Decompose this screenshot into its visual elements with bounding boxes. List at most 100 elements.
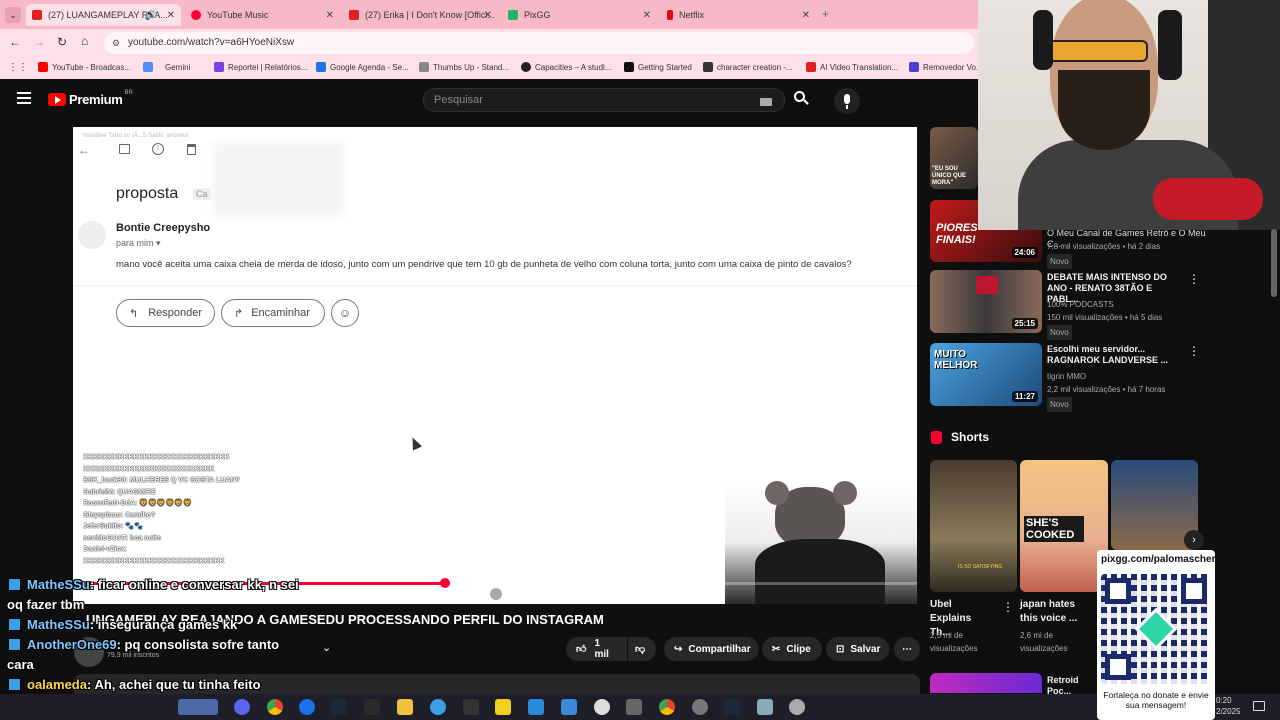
steam-icon[interactable]	[331, 699, 347, 715]
chrome-icon[interactable]	[659, 699, 675, 715]
microphone-icon[interactable]	[834, 88, 860, 114]
app-icon[interactable]	[626, 699, 642, 715]
short-title[interactable]: japan hates this voice ...	[1020, 598, 1090, 626]
short-thumbnail[interactable]: SHE'S COOKED	[1020, 460, 1108, 592]
app-icon[interactable]	[692, 699, 708, 715]
bookmark-3[interactable]: Google Agenda - Se...	[316, 62, 409, 72]
progress-scrubber[interactable]	[440, 578, 450, 588]
video-thumbnail[interactable]	[930, 673, 1042, 693]
chevron-right-icon[interactable]: ›	[1184, 530, 1204, 550]
tab-2[interactable]: (27) Erika | I Don't Know [Offici... ✕	[343, 4, 498, 26]
discord-icon[interactable]	[234, 699, 250, 715]
clip-button[interactable]: ✂ Clipe	[762, 637, 822, 661]
bookmark-2[interactable]: Reportei | Relatórios...	[214, 62, 307, 72]
bookmark-9[interactable]: Removedor Vo...	[909, 62, 983, 72]
bookmark-8[interactable]: AI Video Translation...	[806, 62, 898, 72]
url-field[interactable]: ⚙ youtube.com/watch?v=a6HYoeNiXsw	[104, 32, 974, 54]
search-input[interactable]: Pesquisar	[423, 88, 785, 112]
app-icon[interactable]	[789, 699, 805, 715]
shorts-icon	[931, 431, 942, 444]
youtube-music-icon	[191, 10, 201, 20]
trash-icon	[187, 144, 196, 155]
app-icon[interactable]	[178, 699, 218, 715]
bookmark-7[interactable]: character creation -...	[703, 62, 793, 72]
divider	[73, 285, 917, 286]
video-player[interactable]: ImasBee Tarro so rÃ...S Satiló: anoneur …	[73, 127, 917, 604]
youtube-header: Premium BR Pesquisar	[0, 79, 978, 121]
chat-text: : ficar online e conversar kk, n sei	[89, 577, 299, 592]
youtube-logo[interactable]: Premium BR	[48, 90, 133, 107]
netflix-icon	[667, 10, 673, 20]
notification-icon[interactable]	[1253, 701, 1265, 711]
bookmark-5[interactable]: Capacities – A studi...	[521, 62, 612, 72]
tab-search-icon[interactable]: ⌄	[5, 7, 21, 23]
new-badge-label: Novo	[1047, 397, 1072, 412]
page-scrollbar[interactable]	[1271, 229, 1277, 297]
bookmark-icon	[703, 62, 713, 72]
menu-icon[interactable]	[17, 92, 31, 104]
emoji-icon: ☺	[331, 299, 359, 327]
tab-3[interactable]: PixGG ✕	[502, 4, 657, 26]
overlay-chat-message: MatheSSu: insegurança games kk	[8, 617, 237, 632]
reply-button: ↰ Responder	[116, 299, 215, 327]
thumbnail-text: SHE'S COOKED	[1024, 516, 1084, 542]
app-icon[interactable]	[495, 699, 511, 715]
app-icon[interactable]	[561, 699, 577, 715]
channel-name[interactable]: 100% PODCASTS	[1047, 298, 1114, 311]
steam-icon[interactable]	[724, 699, 740, 715]
chat-username: oalameda	[27, 677, 87, 692]
site-info-icon[interactable]: ⚙	[112, 32, 120, 54]
more-actions-button[interactable]: ⋯	[894, 637, 920, 661]
share-button[interactable]: ↪ Compartilhar	[664, 637, 759, 661]
video-thumbnail[interactable]: "EU SOU ÚNICO QUE MORA"	[930, 127, 978, 189]
app-icon[interactable]	[463, 699, 479, 715]
stream-chat: KKKKKKKKKKKKKKKKKKKKKKKKKKKKK KKKKKKKKKK…	[83, 452, 273, 567]
close-icon[interactable]: 🔊	[145, 10, 157, 21]
video-thumbnail[interactable]: 25:15	[930, 270, 1042, 333]
bookmark-4[interactable]: Thumbs Up - Stand...	[419, 62, 509, 72]
vscode-icon[interactable]	[528, 699, 544, 715]
bookmark-6[interactable]: Getting Started	[624, 62, 692, 72]
folder-icon[interactable]	[397, 699, 413, 715]
chrome-icon[interactable]	[267, 699, 283, 715]
video-title[interactable]: Escolhi meu servidor... RAGNAROK LANDVER…	[1047, 344, 1182, 366]
app-icon[interactable]	[299, 699, 315, 715]
tab-1[interactable]: YouTube Music ✕	[185, 4, 340, 26]
forward-icon[interactable]: →	[33, 35, 45, 49]
bookmark-1[interactable]: Gemini	[143, 62, 190, 72]
tab-0[interactable]: (27) LUANGAMEPLAY REA... 🔊 ✕	[26, 4, 181, 26]
dislike-button[interactable]: 👎︎	[628, 637, 656, 661]
epic-games-icon[interactable]	[364, 699, 380, 715]
more-options-icon[interactable]: ⋮	[1188, 344, 1200, 358]
more-options-icon[interactable]: ⋮	[1002, 600, 1014, 614]
apps-icon[interactable]: ⋮⋮	[8, 62, 28, 73]
close-icon[interactable]: ✕	[484, 10, 492, 21]
search-icon[interactable]	[794, 91, 809, 106]
tab-4[interactable]: Netflix ✕	[661, 4, 816, 26]
donation-qr-panel: pixgg.com/palomascher Fortaleça no donat…	[1097, 550, 1215, 720]
chevron-down-icon[interactable]: ⌄	[322, 641, 331, 654]
reload-icon[interactable]: ↻	[57, 35, 67, 49]
channel-name[interactable]: tigrin MMO	[1047, 370, 1086, 383]
app-icon[interactable]	[594, 699, 610, 715]
close-icon[interactable]: ✕	[643, 10, 651, 21]
home-icon[interactable]: ⌂	[81, 34, 88, 48]
overlay-chat-message: oalameda: Ah, achei que tu tinha feito	[8, 677, 261, 692]
duration-badge: 11:27	[1011, 391, 1038, 402]
close-icon[interactable]: ✕	[802, 10, 810, 21]
app-icon[interactable]	[430, 699, 446, 715]
close-icon[interactable]: ✕	[167, 10, 175, 21]
chat-badge-icon	[8, 618, 21, 631]
video-thumbnail[interactable]: MUITO MELHOR 11:27	[930, 343, 1042, 406]
back-icon[interactable]: ←	[9, 35, 21, 49]
more-options-icon[interactable]: ⋮	[1188, 272, 1200, 286]
duration-badge: 25:15	[1011, 318, 1038, 329]
app-icon[interactable]	[757, 699, 773, 715]
keyboard-icon[interactable]	[760, 98, 772, 106]
short-thumbnail[interactable]: IS SO SATISFYING	[930, 460, 1017, 592]
close-icon[interactable]: ✕	[326, 10, 334, 21]
bookmark-0[interactable]: YouTube - Broadcas...	[38, 62, 131, 72]
save-button[interactable]: ⊡ Salvar	[826, 637, 889, 661]
new-tab-icon[interactable]: +	[822, 7, 829, 21]
like-button[interactable]: 👍︎ 1 mil	[566, 637, 627, 661]
